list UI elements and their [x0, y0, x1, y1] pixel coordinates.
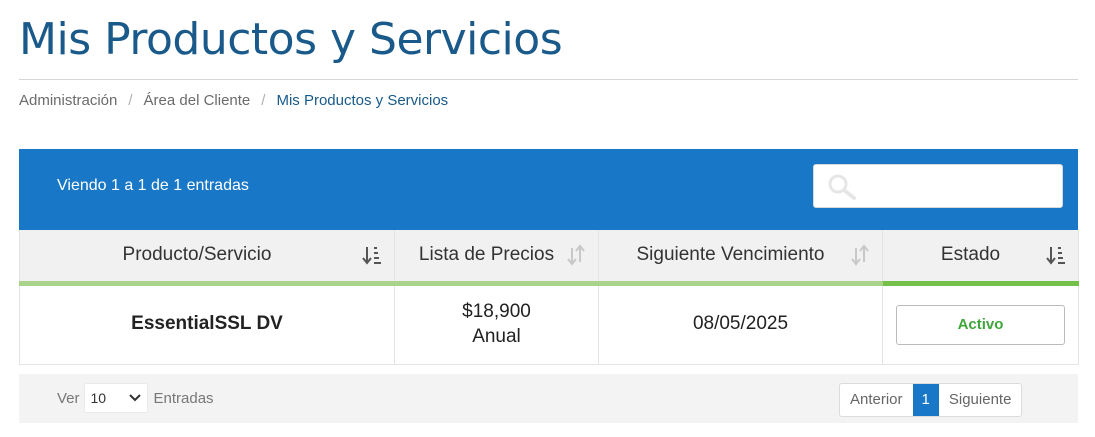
- billing-cycle: Anual: [472, 325, 521, 347]
- entries-per-page-select[interactable]: 10: [83, 383, 148, 413]
- length-control: Ver 10 Entradas: [57, 383, 214, 413]
- search-icon: [828, 174, 856, 200]
- length-show-label: Ver: [57, 389, 80, 407]
- breadcrumb-item-area-cliente[interactable]: Área del Cliente: [144, 92, 251, 109]
- table-row[interactable]: EssentialSSL DV $18,900 Anual 08/05/2025…: [19, 282, 1079, 365]
- cell-product: EssentialSSL DV: [19, 282, 395, 365]
- column-header-label: Lista de Precios: [418, 244, 555, 266]
- length-select-value: 10: [90, 390, 107, 406]
- status-badge[interactable]: Activo: [896, 304, 1065, 345]
- page-title: Mis Productos y Servicios: [19, 14, 563, 65]
- search-box[interactable]: [813, 164, 1063, 208]
- column-header-label: Producto/Servicio: [122, 244, 272, 266]
- table-toolbar: Viendo 1 a 1 de 1 entradas: [19, 149, 1078, 230]
- sort-both-icon: [851, 244, 869, 266]
- pagination-page-current[interactable]: 1: [912, 384, 939, 416]
- sort-desc-icon: [1046, 247, 1065, 265]
- table-footer: Ver 10 Entradas Anterior 1 Siguiente: [19, 374, 1078, 423]
- breadcrumb-separator: /: [261, 92, 266, 109]
- column-header-precios[interactable]: Lista de Precios: [394, 230, 599, 286]
- title-divider: [19, 79, 1078, 80]
- column-header-label: Siguiente Vencimiento: [636, 244, 825, 266]
- breadcrumb-separator: /: [128, 92, 133, 109]
- pagination-previous[interactable]: Anterior: [840, 384, 913, 416]
- breadcrumb-item-administracion[interactable]: Administración: [19, 92, 117, 109]
- sort-desc-icon: [362, 247, 381, 265]
- cell-price: $18,900 Anual: [394, 282, 599, 365]
- sort-both-icon: [567, 244, 585, 266]
- chevron-down-icon: [128, 394, 141, 402]
- products-table: Producto/Servicio Lista de Precios Sigui…: [19, 230, 1079, 365]
- column-header-producto[interactable]: Producto/Servicio: [19, 230, 395, 286]
- pagination: Anterior 1 Siguiente: [839, 383, 1023, 417]
- column-header-label: Estado: [940, 244, 1001, 266]
- cell-status: Activo: [882, 282, 1079, 365]
- breadcrumb-item-current: Mis Productos y Servicios: [276, 92, 449, 109]
- cell-next-due: 08/05/2025: [598, 282, 883, 365]
- column-header-estado[interactable]: Estado: [882, 230, 1079, 286]
- breadcrumb: Administración / Área del Cliente / Mis …: [19, 92, 448, 109]
- length-entries-label: Entradas: [153, 389, 214, 407]
- next-due-date: 08/05/2025: [692, 313, 789, 335]
- column-header-vencimiento[interactable]: Siguiente Vencimiento: [598, 230, 883, 286]
- product-name: EssentialSSL DV: [131, 313, 283, 335]
- entries-info: Viendo 1 a 1 de 1 entradas: [57, 177, 249, 194]
- pagination-next[interactable]: Siguiente: [939, 384, 1022, 416]
- price-amount: $18,900: [462, 300, 531, 322]
